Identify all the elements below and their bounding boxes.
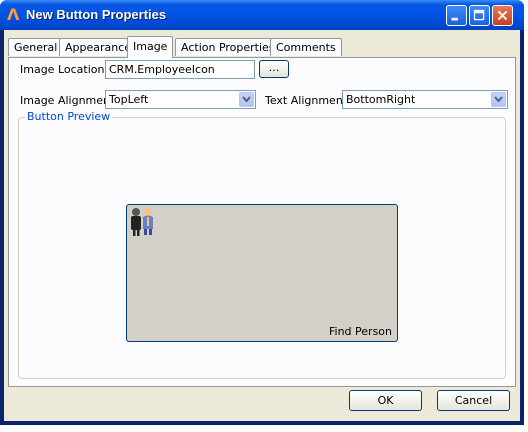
close-button[interactable]: [492, 5, 513, 26]
tab-image[interactable]: Image: [127, 36, 174, 58]
image-alignment-label: Image Alignment: [20, 94, 115, 107]
image-alignment-value: TopLeft: [109, 93, 149, 106]
text-alignment-select[interactable]: BottomRight: [342, 90, 508, 109]
text-alignment-value: BottomRight: [346, 93, 416, 106]
tab-action-properties[interactable]: Action Properties: [175, 38, 281, 56]
text-alignment-dropdown-button[interactable]: [491, 92, 506, 107]
browse-button[interactable]: ...: [259, 60, 289, 78]
chevron-down-icon: [242, 96, 251, 103]
employee-icon: [131, 208, 153, 236]
dialog-window: Λ New Button Properties General Appearan…: [0, 0, 524, 425]
window-title: New Button Properties: [26, 7, 167, 22]
image-alignment-dropdown-button[interactable]: [239, 92, 254, 107]
tab-comments[interactable]: Comments: [270, 38, 342, 56]
minimize-icon: [451, 17, 458, 21]
text-alignment-label: Text Alignment: [265, 94, 348, 107]
tab-strip: General Appearance Image Action Properti…: [8, 36, 516, 58]
dialog-client-area: General Appearance Image Action Properti…: [4, 30, 520, 421]
minimize-button[interactable]: [446, 5, 467, 26]
button-preview: Find Person: [126, 204, 398, 342]
maximize-icon: [473, 9, 485, 21]
button-preview-title: Button Preview: [25, 110, 113, 123]
close-icon: [497, 10, 508, 21]
tab-appearance[interactable]: Appearance: [59, 38, 138, 56]
chevron-down-icon: [494, 96, 503, 103]
image-location-input[interactable]: CRM.EmployeeIcon: [105, 60, 255, 79]
preview-button-text: Find Person: [329, 325, 392, 338]
maximize-button[interactable]: [469, 5, 490, 26]
image-location-label: Image Location: [20, 63, 105, 76]
ok-button[interactable]: OK: [349, 390, 422, 411]
title-bar[interactable]: Λ New Button Properties: [0, 0, 524, 30]
app-logo-icon: Λ: [7, 5, 20, 24]
image-alignment-select[interactable]: TopLeft: [105, 90, 256, 109]
cancel-button[interactable]: Cancel: [437, 390, 510, 411]
tab-general[interactable]: General: [8, 38, 64, 56]
